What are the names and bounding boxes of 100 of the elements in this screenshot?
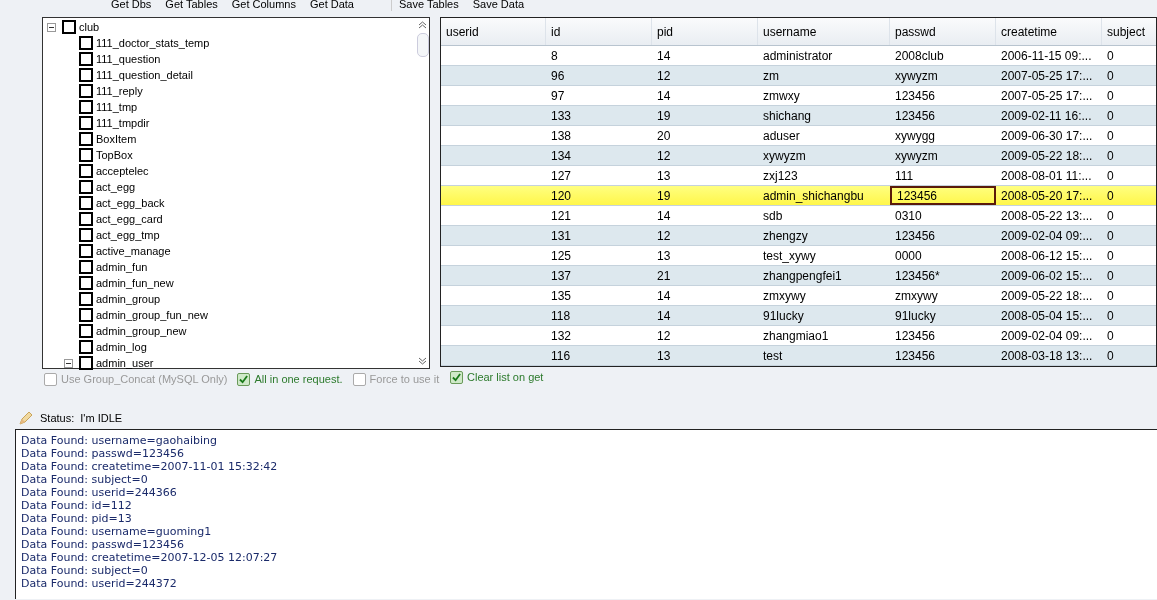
checkbox[interactable] [79,84,93,98]
table-cell[interactable]: 97 [546,86,652,105]
checkbox[interactable] [450,370,463,384]
table-cell[interactable]: xywygg [890,126,996,145]
checkbox[interactable] [79,276,93,290]
checkbox[interactable] [79,212,93,226]
checkbox-option[interactable]: All in one request. [237,372,343,386]
table-cell[interactable]: 0 [1102,106,1156,125]
table-cell[interactable]: 0 [1102,266,1156,285]
table-cell[interactable]: 14 [652,306,758,325]
table-cell[interactable]: test [758,346,890,365]
table-cell[interactable]: 2009-05-22 18:... [996,146,1102,165]
table-row[interactable]: 134 12 xywyzm xywyzm 2009-05-22 18:... 0 [441,146,1156,166]
toolbar-button[interactable]: Get Tables [158,0,225,11]
table-cell[interactable]: 14 [652,46,758,65]
table-cell[interactable]: 96 [546,66,652,85]
table-cell[interactable]: 138 [546,126,652,145]
table-cell[interactable]: 2009-06-30 17:... [996,126,1102,145]
table-row[interactable]: 133 19 shichang 123456 2009-02-11 16:... 0 [441,106,1156,126]
table-cell[interactable]: xywyzm [890,66,996,85]
toolbar-button[interactable]: Save Tables [391,0,466,11]
table-name[interactable]: admin_group_fun_new [96,308,208,322]
column-header[interactable]: userid [441,18,546,45]
collapse-icon[interactable] [47,22,56,32]
scrollbar[interactable] [416,18,429,368]
checkbox[interactable] [79,164,93,178]
table-name[interactable]: act_egg_back [96,196,165,210]
checkbox[interactable] [79,356,93,370]
table-cell[interactable]: 0000 [890,246,996,265]
table-cell[interactable]: 0 [1102,46,1156,65]
table-cell[interactable]: 0 [1102,206,1156,225]
table-cell[interactable]: zmwxy [758,86,890,105]
table-cell[interactable]: administrator [758,46,890,65]
table-cell[interactable]: 123456 [890,106,996,125]
table-cell[interactable]: 134 [546,146,652,165]
checkbox[interactable] [79,148,93,162]
table-cell[interactable]: 0 [1102,306,1156,325]
checkbox[interactable] [79,324,93,338]
table-row[interactable]: 118 14 91lucky 91lucky 2008-05-04 15:... 0 [441,306,1156,326]
column-header[interactable]: passwd [890,18,996,45]
table-cell[interactable]: 0 [1102,246,1156,265]
table-cell[interactable]: 19 [652,186,758,205]
table-cell[interactable]: 14 [652,206,758,225]
table-cell[interactable]: 123456 [890,86,996,105]
table-cell[interactable]: zhangmiao1 [758,326,890,345]
table-cell[interactable]: 132 [546,326,652,345]
table-cell[interactable]: zmxywy [890,286,996,305]
table-cell[interactable]: 2009-02-04 09:... [996,226,1102,245]
table-cell[interactable]: 0 [1102,326,1156,345]
column-header[interactable]: id [546,18,652,45]
table-name[interactable]: act_egg_card [96,212,163,226]
checkbox[interactable] [79,180,93,194]
table-cell[interactable]: 0 [1102,286,1156,305]
scroll-thumb[interactable] [416,33,429,57]
table-cell[interactable]: admin_shichangbu [758,186,890,205]
table-cell[interactable]: zxj123 [758,166,890,185]
table-cell[interactable]: 2008-05-20 17:... [996,186,1102,205]
table-name[interactable]: admin_fun_new [96,276,174,290]
checkbox[interactable] [79,100,93,114]
table-cell[interactable]: 137 [546,266,652,285]
table-name[interactable]: admin_log [96,340,147,354]
table-name[interactable]: admin_fun [96,260,148,274]
table-row[interactable]: 116 13 test 123456 2008-03-18 13:... 0 [441,346,1156,366]
table-cell[interactable]: 0 [1102,226,1156,245]
table-cell[interactable]: 13 [652,246,758,265]
table-cell[interactable]: 2006-11-15 09:... [996,46,1102,65]
checkbox[interactable] [79,340,93,354]
table-cell[interactable]: 91lucky [890,306,996,325]
table-cell[interactable]: 116 [546,346,652,365]
table-cell[interactable]: 2008-05-22 13:... [996,206,1102,225]
column-header[interactable]: subject [1102,18,1156,45]
table-cell[interactable]: 14 [652,286,758,305]
table-cell[interactable]: 12 [652,326,758,345]
table-cell[interactable]: 2009-05-22 18:... [996,286,1102,305]
table-cell[interactable]: 0 [1102,66,1156,85]
table-cell[interactable]: 0 [1102,346,1156,365]
table-cell[interactable]: 14 [652,86,758,105]
table-cell[interactable]: 12 [652,146,758,165]
table-name[interactable]: acceptelec [96,164,149,178]
table-cell[interactable]: 123456 [890,346,996,365]
checkbox[interactable] [79,116,93,130]
table-cell[interactable]: 0 [1102,126,1156,145]
table-cell[interactable]: 2007-05-25 17:... [996,66,1102,85]
table-cell[interactable]: 125 [546,246,652,265]
column-header[interactable]: pid [652,18,758,45]
table-row[interactable]: 120 19 admin_shichangbu 123456 2008-05-20 17:... 0 [441,186,1156,206]
table-cell[interactable]: 131 [546,226,652,245]
table-cell[interactable]: 0 [1102,86,1156,105]
table-cell[interactable]: 13 [652,346,758,365]
table-cell[interactable]: 12 [652,226,758,245]
toolbar-button[interactable]: Get Data [302,0,361,11]
table-cell[interactable]: 2008-05-04 15:... [996,306,1102,325]
table-cell[interactable]: 120 [546,186,652,205]
table-cell[interactable]: 2009-06-02 15:... [996,266,1102,285]
table-name[interactable]: BoxItem [96,132,137,146]
table-cell[interactable]: 123456* [890,266,996,285]
table-cell[interactable]: test_xywy [758,246,890,265]
table-row[interactable]: 137 21 zhangpengfei1 123456* 2009-06-02 15:... 0 [441,266,1156,286]
toolbar-button[interactable]: Get Dbs [104,0,159,11]
table-cell[interactable]: 0 [1102,166,1156,185]
